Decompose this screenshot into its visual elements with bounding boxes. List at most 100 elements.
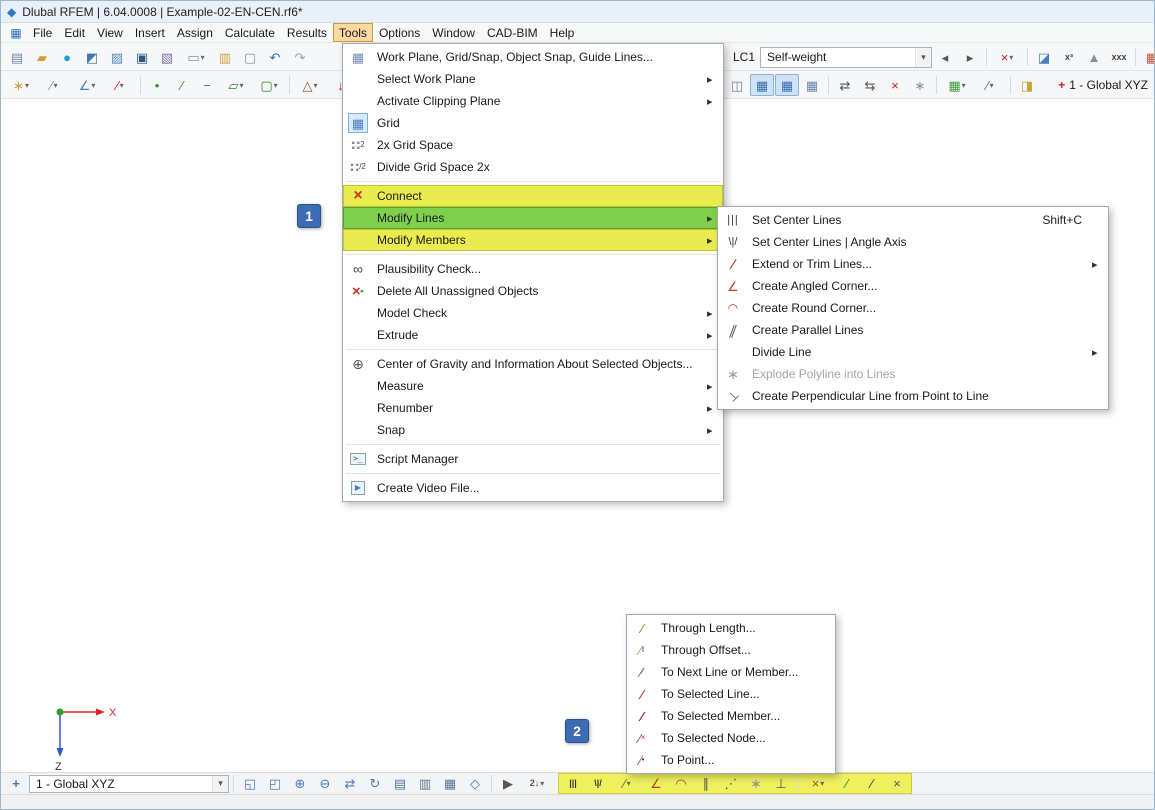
display-masses-icon[interactable]: ▲ (1082, 46, 1106, 68)
new-line-icon[interactable]: ∕ (170, 74, 194, 96)
menu-item[interactable]: Create Parallel Lines (718, 319, 1108, 341)
menu-item[interactable]: Select Work Plane (343, 68, 723, 90)
set-center-lines-icon[interactable]: ||| (561, 774, 585, 793)
new-support-icon[interactable]: △ (294, 74, 326, 96)
menu-item[interactable]: Set Center Lines | Angle Axis (718, 231, 1108, 253)
menu-help[interactable]: Help (544, 23, 581, 42)
work-plane-xz-icon[interactable]: ▦ (800, 74, 824, 96)
explode-polyline-icon[interactable]: ∗ (744, 774, 768, 793)
view-x-icon[interactable]: ▤ (388, 774, 412, 793)
menu-item[interactable]: Divide Line (718, 341, 1108, 363)
save-icon[interactable]: ▣ (130, 46, 154, 68)
pan-view-icon[interactable]: ⇄ (338, 774, 362, 793)
menu-item[interactable]: Create Perpendicular Line from Point to … (718, 385, 1108, 407)
menu-item[interactable]: Divide Grid Space 2x (343, 156, 723, 178)
menu-item[interactable]: Grid (343, 112, 723, 134)
delete-results-icon[interactable]: × (991, 46, 1023, 68)
extreme-values-x3-icon[interactable]: x³ (1057, 46, 1081, 68)
menu-item[interactable]: Connect (343, 185, 723, 207)
menu-file[interactable]: File (27, 23, 58, 42)
menu-item[interactable]: Renumber (343, 397, 723, 419)
dlubal-online-icon[interactable]: ● (55, 46, 79, 68)
menu-item[interactable]: Modify Members (343, 229, 723, 251)
edit-tools-icon[interactable]: ∕ (104, 74, 136, 96)
isometric-view-icon[interactable]: ◇ (463, 774, 487, 793)
zoom-extents-icon[interactable]: ◱ (238, 774, 262, 793)
work-plane-icon[interactable]: ◫ (725, 74, 749, 96)
menu-calculate[interactable]: Calculate (219, 23, 281, 42)
view-z-icon[interactable]: ▦ (438, 774, 462, 793)
menu-item[interactable]: To Point... (627, 749, 835, 771)
rotate-view-icon[interactable]: ↻ (363, 774, 387, 793)
move-copy-icon[interactable]: ⇄ (833, 74, 857, 96)
menu-view[interactable]: View (91, 23, 129, 42)
menu-item[interactable]: Center of Gravity and Information About … (343, 353, 723, 375)
clipboard-icon[interactable]: ▤ (5, 46, 29, 68)
guide-lines-icon[interactable]: ∕ (974, 74, 1006, 96)
new-member-icon[interactable]: − (195, 74, 219, 96)
menu-item[interactable]: To Selected Node... (627, 727, 835, 749)
navigator-panel-icon[interactable]: ◨ (1015, 74, 1039, 96)
new-node-icon[interactable]: • (145, 74, 169, 96)
menu-item[interactable]: Extend or Trim Lines... (718, 253, 1108, 275)
load-case-selector[interactable]: Self-weight (760, 47, 932, 68)
undo-icon[interactable]: ↶ (263, 46, 287, 68)
coordinate-system-icon[interactable] (4, 774, 28, 793)
menu-item[interactable]: Snap (343, 419, 723, 441)
menu-item[interactable]: Set Center Lines Shift+C (718, 209, 1108, 231)
redo-icon[interactable]: ↷ (288, 46, 312, 68)
connect-lines-icon[interactable]: × (802, 774, 834, 793)
selection-tools-icon[interactable]: ∗ (5, 74, 37, 96)
insert-node-on-line-icon[interactable]: ∕ (835, 774, 859, 793)
grid-toggle-icon[interactable]: ▦ (941, 74, 973, 96)
pointer-mode-icon[interactable]: ▶ (496, 774, 520, 793)
next-load-case-icon[interactable]: ▸ (958, 46, 982, 68)
menu-item[interactable]: Create Video File... (343, 477, 723, 499)
menu-insert[interactable]: Insert (129, 23, 171, 42)
show-results-icon[interactable]: ◪ (1032, 46, 1056, 68)
menu-assign[interactable]: Assign (171, 23, 219, 42)
menu-edit[interactable]: Edit (58, 23, 91, 42)
menu-item[interactable]: Create Round Corner... (718, 297, 1108, 319)
annotation-tools-icon[interactable]: ∠ (71, 74, 103, 96)
set-center-lines-angle-icon[interactable]: \|/ (586, 774, 610, 793)
perpendicular-line-icon[interactable]: ⊥ (769, 774, 793, 793)
printout-report-icon[interactable]: ▥ (213, 46, 237, 68)
new-opening-icon[interactable]: ▢ (253, 74, 285, 96)
weld-lines-icon[interactable]: × (885, 774, 909, 793)
work-plane-yz-icon[interactable]: ▦ (775, 74, 799, 96)
menu-item[interactable]: Model Check (343, 302, 723, 324)
menu-item[interactable]: Through Length... (627, 617, 835, 639)
delete-objects-icon[interactable]: × (883, 74, 907, 96)
zoom-in-icon[interactable]: ⊕ (288, 774, 312, 793)
menu-item[interactable]: Create Angled Corner... (718, 275, 1108, 297)
menu-item[interactable]: Through Offset... (627, 639, 835, 661)
numbering-sort-icon[interactable]: 2↓ (521, 774, 553, 793)
menu-options[interactable]: Options (373, 23, 426, 42)
previous-load-case-icon[interactable]: ◂ (933, 46, 957, 68)
new-surface-icon[interactable]: ▱ (220, 74, 252, 96)
work-plane-xy-icon[interactable]: ▦ (750, 74, 774, 96)
extreme-values-xxx-icon[interactable]: xxx (1107, 46, 1131, 68)
angled-corner-icon[interactable]: ∠ (644, 774, 668, 793)
round-corner-icon[interactable]: ◠ (669, 774, 693, 793)
menu-item[interactable]: Delete All Unassigned Objects (343, 280, 723, 302)
menu-item[interactable]: Modify Lines (343, 207, 723, 229)
divide-line-icon[interactable]: ⋰ (719, 774, 743, 793)
open-model-icon[interactable]: ▰ (30, 46, 54, 68)
menu-item[interactable]: Plausibility Check... (343, 258, 723, 280)
menu-window[interactable]: Window (426, 23, 481, 42)
coordinate-system-selector[interactable]: 1 - Global XYZ (29, 775, 229, 793)
menu-item[interactable]: To Selected Member... (627, 705, 835, 727)
zoom-window-icon[interactable]: ◰ (263, 774, 287, 793)
menu-item[interactable]: Extrude (343, 324, 723, 346)
menu-item[interactable]: Script Manager (343, 448, 723, 470)
model-settings-icon[interactable]: ◩ (80, 46, 104, 68)
parallel-lines-icon[interactable]: ∥ (694, 774, 718, 793)
menu-item[interactable]: To Selected Line... (627, 683, 835, 705)
menu-item[interactable]: To Next Line or Member... (627, 661, 835, 683)
menu-item[interactable]: 2x Grid Space (343, 134, 723, 156)
menu-results[interactable]: Results (281, 23, 333, 42)
zoom-out-icon[interactable]: ⊖ (313, 774, 337, 793)
menu-cad-bim[interactable]: CAD-BIM (481, 23, 544, 42)
